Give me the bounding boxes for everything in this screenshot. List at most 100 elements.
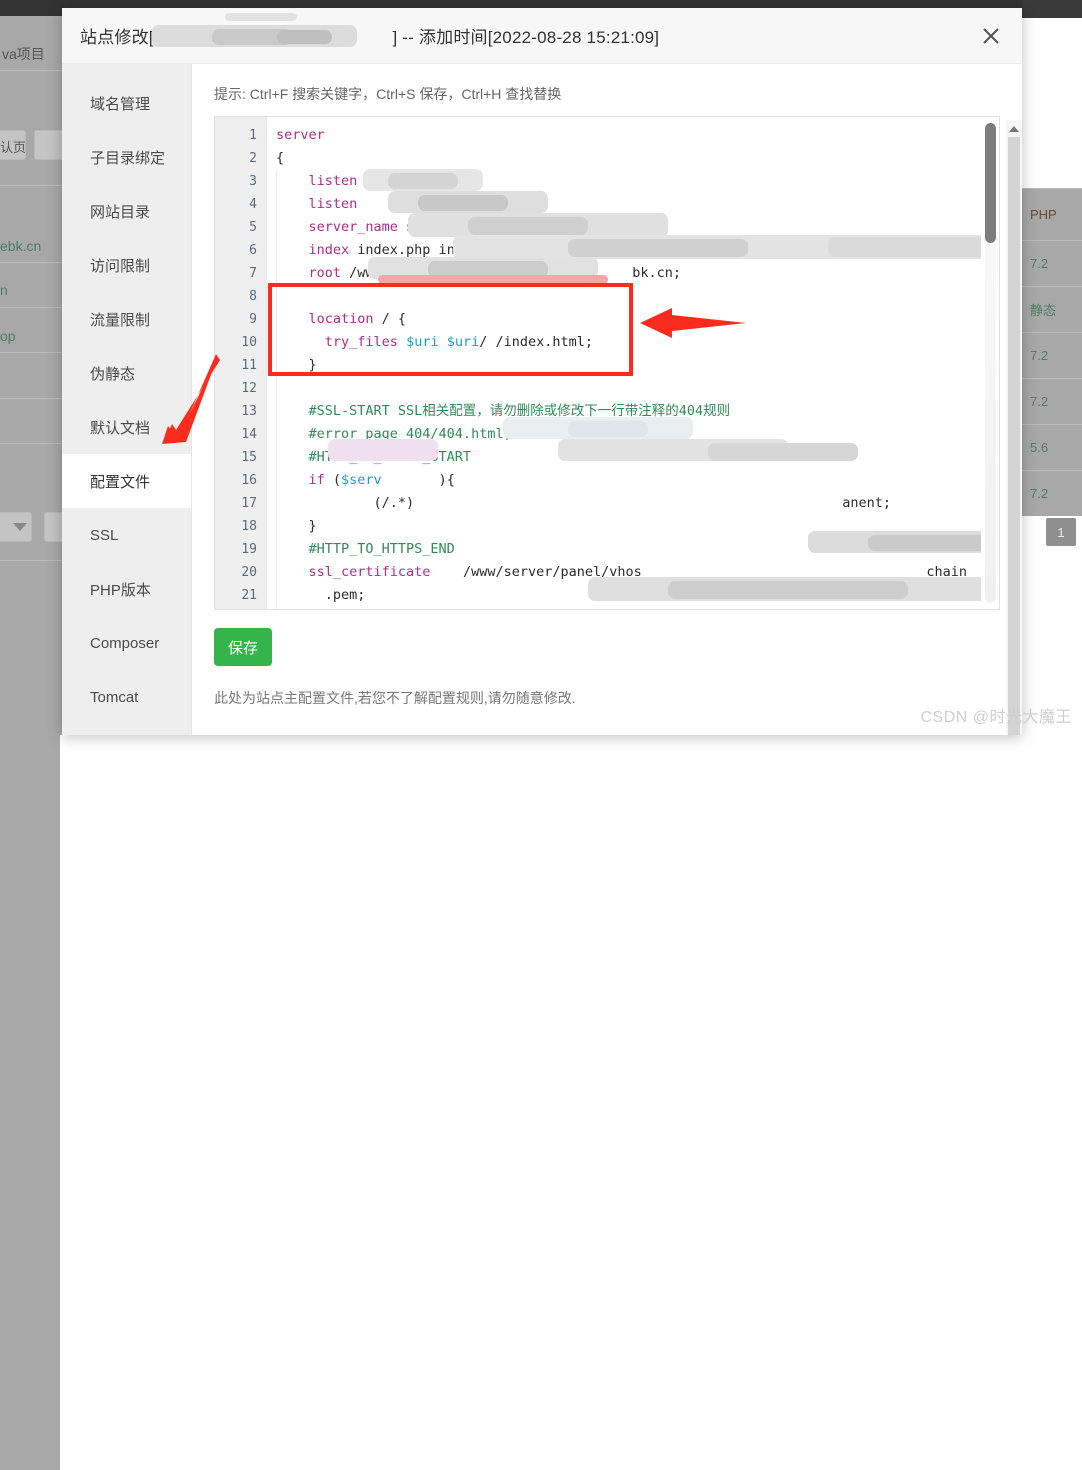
code-line[interactable]: if ($serv ){ [268,469,981,492]
code-token: ( [325,472,341,488]
code-line[interactable] [268,377,981,400]
line-number: 20 [215,561,266,584]
code-line[interactable]: { [268,147,981,170]
line-number: 12 [215,377,266,400]
code-line[interactable]: #HTTP_TO_HTTPS_START [268,446,981,469]
code-token: (/.*) [341,495,414,511]
code-line[interactable]: location / { [268,308,981,331]
sidebar-item-sitedir[interactable]: 网站目录 [62,184,191,238]
code-token: index [309,242,350,258]
code-line[interactable]: listen 80; [268,170,981,193]
sidebar-item-tomcat[interactable]: Tomcat [62,670,191,724]
editor-scrollbar[interactable] [985,123,996,603]
code-line[interactable]: root /www/bk.cn; [268,262,981,285]
site-edit-modal: 站点修改[s ] -- 添加时间[2022-08-28 15:21:09] 域名管… [62,8,1022,735]
editor-code-area[interactable]: server { listen 80; listen 2; server_name… [268,117,981,609]
background-cell-1: 7.2 [1022,240,1082,286]
background-row-text-2: n [0,282,8,298]
sidebar-item-label: 伪静态 [90,363,135,384]
background-right-strip [0,735,60,1470]
sidebar-item-rewrite[interactable]: 伪静态 [62,346,191,400]
code-line[interactable]: } [268,515,981,538]
code-token: #HTTP_TO_HTTPS_END [276,541,455,557]
modal-title-prefix: 站点修改[s [80,28,162,47]
indent-guide [276,239,277,262]
indent-guide [276,377,277,400]
code-token: /www/ [341,265,390,281]
line-number: 11 [215,354,266,377]
code-line[interactable]: try_files $uri $uri/ /index.html; [268,331,981,354]
editor-scrollbar-thumb[interactable] [985,123,996,243]
code-token: ){ [382,472,455,488]
line-number: 9 [215,308,266,331]
modal-scrollbar-track[interactable] [1008,137,1020,735]
line-number: 17 [215,492,266,515]
code-token [276,334,325,350]
code-token: $uri [447,334,480,350]
modal-title-suffix: ] -- 添加时间[2022-08-28 15:21:09] [392,28,659,47]
code-token [276,311,309,327]
save-button[interactable]: 保存 [214,628,272,666]
config-editor[interactable]: 123456789101112131415161718192021 server… [214,116,1000,610]
code-token: /www/server/panel/vhos [430,564,641,580]
sidebar-item-domain[interactable]: 域名管理 [62,76,191,130]
modal-sidebar: 域名管理 子目录绑定 网站目录 访问限制 流量限制 伪静态 默认文档 配置文件 … [62,64,192,735]
code-line[interactable]: ssl_certificate_key /www//privkey [268,607,981,609]
code-line[interactable]: server_name s [268,216,981,239]
code-line[interactable]: index index.php inhtml; [268,239,981,262]
code-token: } [276,518,317,534]
background-button-label: 认页 [0,137,26,156]
code-line[interactable]: } [268,354,981,377]
modal-scrollbar[interactable] [1006,120,1022,735]
code-token [276,196,309,212]
code-token: $serv [341,472,382,488]
code-line[interactable]: (/.*)anent; [268,492,981,515]
code-line[interactable]: #SSL-START SSL相关配置，请勿删除或修改下一行带注释的404规则 [268,400,981,423]
code-token: .pem; [276,587,365,603]
sidebar-item-subdir[interactable]: 子目录绑定 [62,130,191,184]
pagination-current-page[interactable]: 1 [1046,518,1076,546]
sidebar-item-traffic[interactable]: 流量限制 [62,292,191,346]
code-token: server [276,127,325,143]
code-token: ssl_certificate [309,564,431,580]
indent-guide [276,584,277,607]
indent-guide [276,492,277,515]
scroll-up-arrow-icon[interactable] [1006,120,1022,137]
sidebar-item-redirect[interactable]: 重定向 [62,724,191,735]
sidebar-item-composer[interactable]: Composer [62,616,191,670]
sidebar-item-configfile[interactable]: 配置文件 [62,454,191,508]
background-cell-3: 7.2 [1022,332,1082,378]
line-number: 2 [215,147,266,170]
indent-guide [276,469,277,492]
code-line[interactable]: #error_page 404/404.html; [268,423,981,446]
line-number: 8 [215,285,266,308]
code-line[interactable] [268,285,981,308]
sidebar-item-label: 网站目录 [90,201,150,222]
code-line[interactable]: listen 2; [268,193,981,216]
sidebar-item-label: 默认文档 [90,417,150,438]
line-number: 19 [215,538,266,561]
indent-guide [276,285,277,308]
sidebar-item-ssl[interactable]: SSL [62,508,191,562]
sidebar-item-defaultdoc[interactable]: 默认文档 [62,400,191,454]
sidebar-item-label: 配置文件 [90,471,150,492]
line-number: 10 [215,331,266,354]
code-line[interactable]: #HTTP_TO_HTTPS_END [268,538,981,561]
editor-footnote: 此处为站点主配置文件,若您不了解配置规则,请勿随意修改. [214,688,1000,708]
code-line[interactable]: ssl_certificate /www/server/panel/vhosch… [268,561,981,584]
indent-guide [276,423,277,446]
line-number: 14 [215,423,266,446]
line-number: 4 [215,193,266,216]
code-token: try_files [325,334,398,350]
indent-guide [276,170,277,193]
close-icon[interactable] [978,23,1004,49]
sidebar-item-access[interactable]: 访问限制 [62,238,191,292]
chevron-down-icon[interactable] [13,523,27,531]
indent-guide [276,515,277,538]
sidebar-item-label: 域名管理 [90,93,150,114]
indent-guide [276,216,277,239]
redaction-blur [225,13,297,21]
code-line[interactable]: .pem; [268,584,981,607]
code-line[interactable]: server [268,124,981,147]
sidebar-item-phpversion[interactable]: PHP版本 [62,562,191,616]
